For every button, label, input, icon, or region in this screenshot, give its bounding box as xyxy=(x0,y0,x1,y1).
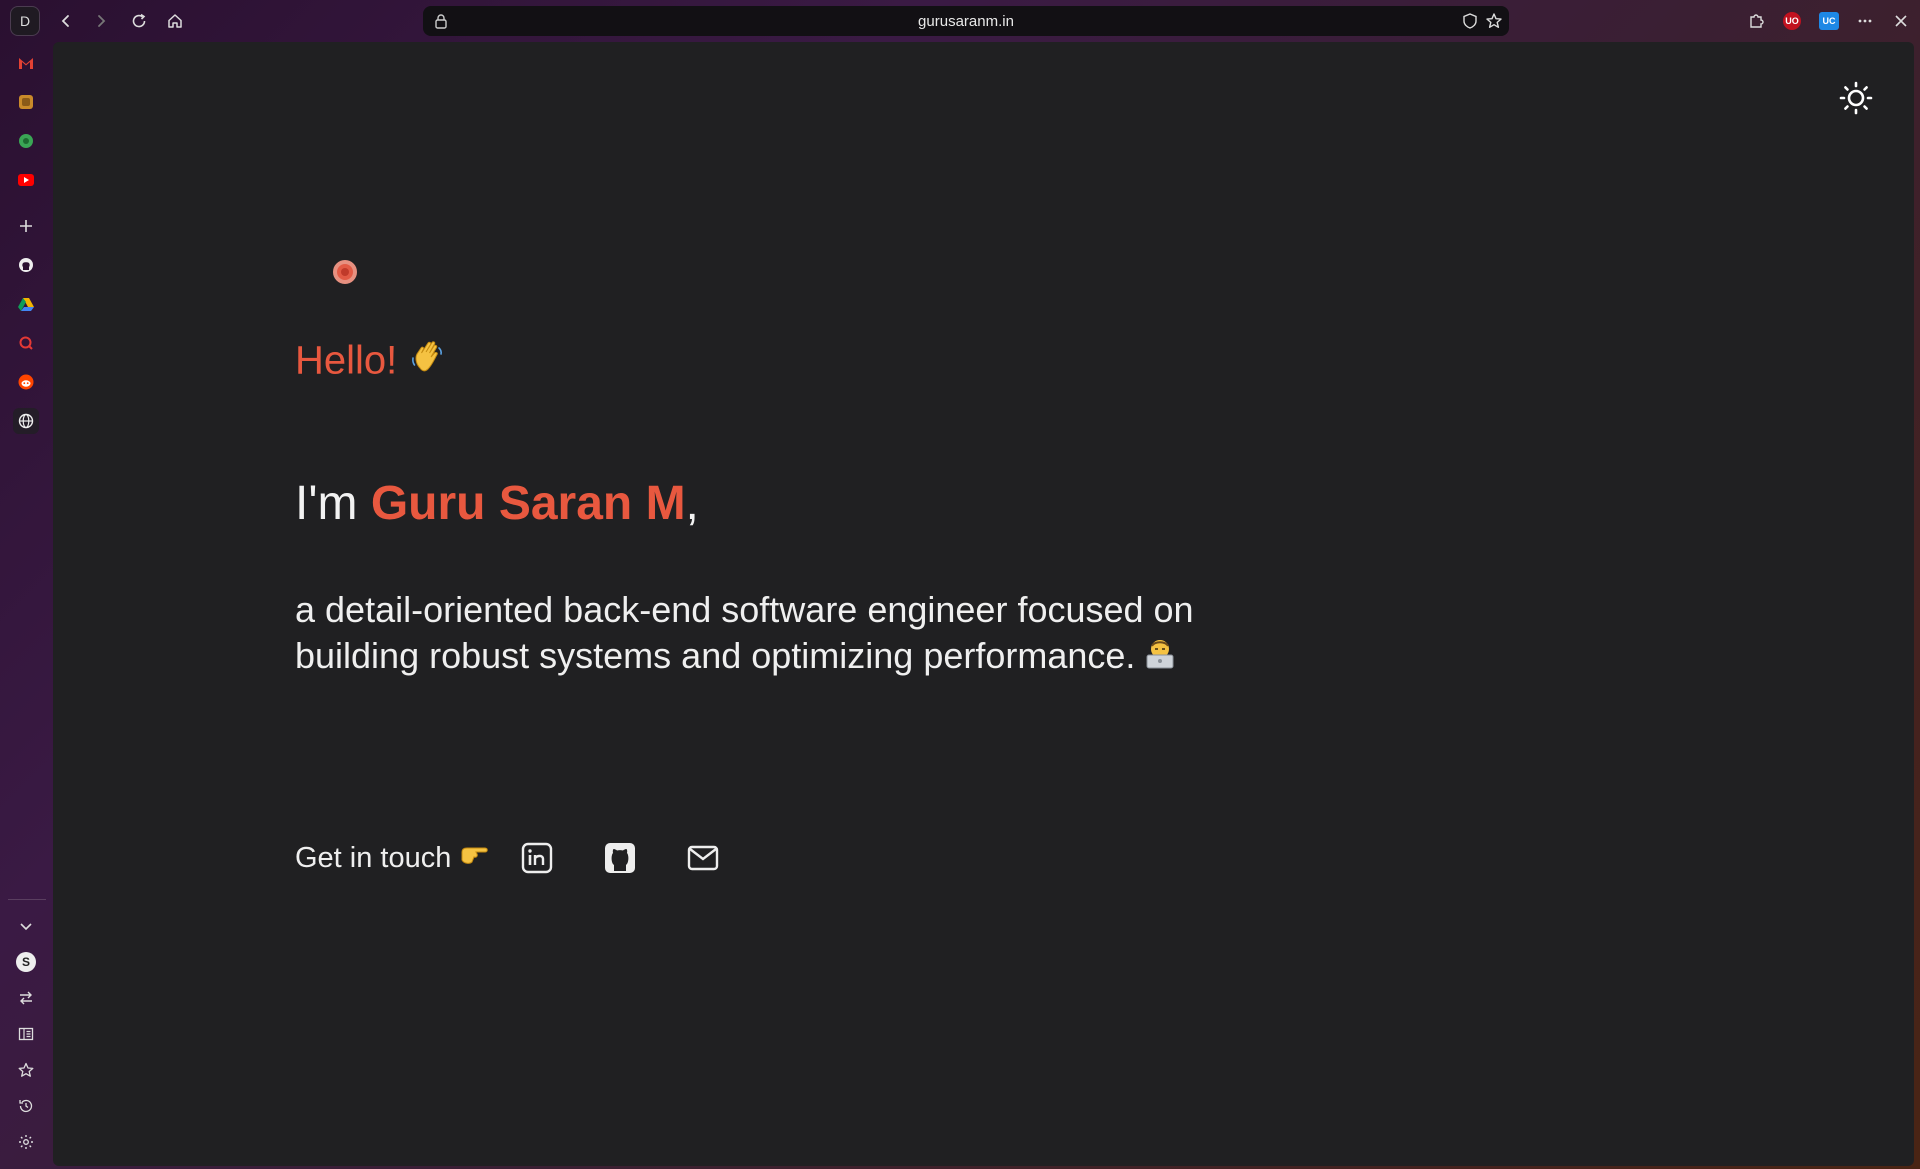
github-icon xyxy=(19,258,33,272)
sidebar-web-panel[interactable] xyxy=(13,408,39,434)
history-icon xyxy=(19,1099,33,1113)
chevron-left-icon xyxy=(61,15,69,27)
bookmark-star-icon[interactable] xyxy=(1485,12,1503,34)
sidebar-divider xyxy=(8,899,46,900)
sidebar-sync[interactable] xyxy=(13,985,39,1011)
contact-label: Get in touch xyxy=(295,841,452,874)
sidebar-google-drive[interactable] xyxy=(13,291,39,317)
forward-button[interactable] xyxy=(88,8,114,34)
close-window-button[interactable] xyxy=(1888,8,1914,34)
github-link[interactable] xyxy=(600,838,640,878)
app-orange-icon xyxy=(19,95,33,109)
greeting-text: Hello! xyxy=(295,338,398,383)
linkedin-link[interactable] xyxy=(517,838,557,878)
account-avatar: S xyxy=(16,952,36,972)
sidebar-add-panel[interactable] xyxy=(13,213,39,239)
search-app-icon xyxy=(19,336,33,350)
youtube-icon xyxy=(18,174,34,186)
tagline-text: a detail-oriented back-end software engi… xyxy=(295,589,1194,676)
whatsapp-icon xyxy=(19,134,33,148)
sidebar-reddit[interactable] xyxy=(13,369,39,395)
google-drive-icon xyxy=(18,298,34,311)
tagline: a detail-oriented back-end software engi… xyxy=(295,587,1195,681)
intro-suffix: , xyxy=(685,477,699,530)
email-link[interactable] xyxy=(683,838,723,878)
home-button[interactable] xyxy=(162,8,188,34)
home-icon xyxy=(168,14,182,28)
waving-hand-icon xyxy=(408,338,448,388)
back-button[interactable] xyxy=(53,8,79,34)
pointing-right-icon xyxy=(459,842,491,875)
greeting: Hello! xyxy=(295,338,448,388)
more-horizontal-icon xyxy=(1858,19,1872,23)
chevron-right-icon xyxy=(98,15,106,27)
address-bar[interactable]: gurusaranm.in xyxy=(423,6,1509,36)
reload-button[interactable] xyxy=(126,8,152,34)
close-icon xyxy=(1895,15,1907,27)
linkedin-icon xyxy=(522,842,553,874)
sidebar-whatsapp[interactable] xyxy=(13,128,39,154)
person-name: Guru Saran M xyxy=(370,477,686,530)
sidebar-reading-list[interactable] xyxy=(13,1021,39,1047)
extensions-button[interactable] xyxy=(1743,8,1769,34)
sidebar-settings[interactable] xyxy=(13,1129,39,1155)
extension-uc-icon[interactable]: UC xyxy=(1819,12,1839,30)
sidebar-youtube[interactable] xyxy=(13,167,39,193)
technologist-icon xyxy=(1145,635,1175,681)
intro-prefix: I'm xyxy=(295,477,371,530)
sidebar-bookmarks[interactable] xyxy=(13,1057,39,1083)
sidebar-app-orange[interactable] xyxy=(13,89,39,115)
swap-arrows-icon xyxy=(20,991,32,1005)
reddit-icon xyxy=(18,374,34,390)
browser-sidebar: S xyxy=(0,42,53,1169)
sidebar-gmail[interactable] xyxy=(13,50,39,76)
status-dot xyxy=(333,260,357,284)
browser-toolbar: D gurusaranm.in UO UC xyxy=(0,0,1920,42)
intro-heading: I'm Guru Saran M, xyxy=(295,476,699,531)
url-text[interactable]: gurusaranm.in xyxy=(918,13,1014,30)
sidebar-account[interactable]: S xyxy=(13,949,39,975)
add-icon xyxy=(20,220,32,232)
theme-toggle-button[interactable] xyxy=(1836,78,1876,118)
reading-list-icon xyxy=(18,1027,34,1041)
ublock-icon[interactable]: UO xyxy=(1783,12,1801,30)
profile-button[interactable]: D xyxy=(10,6,40,36)
sidebar-history[interactable] xyxy=(13,1093,39,1119)
reload-icon xyxy=(132,13,146,28)
puzzle-icon xyxy=(1750,14,1764,28)
sun-icon xyxy=(1839,81,1873,115)
sidebar-github[interactable] xyxy=(13,252,39,278)
menu-button[interactable] xyxy=(1852,8,1878,34)
github-icon xyxy=(605,843,636,873)
sidebar-search-app[interactable] xyxy=(13,330,39,356)
chevron-down-icon xyxy=(20,923,32,931)
tracking-protection-icon[interactable] xyxy=(1461,12,1479,34)
lock-icon[interactable] xyxy=(433,13,449,33)
contact-row: Get in touch xyxy=(295,838,723,878)
gmail-icon xyxy=(19,58,33,69)
gear-icon xyxy=(19,1135,33,1149)
star-icon xyxy=(18,1062,34,1077)
globe-icon xyxy=(18,413,34,429)
email-icon xyxy=(688,845,719,871)
sidebar-collapse[interactable] xyxy=(13,913,39,939)
